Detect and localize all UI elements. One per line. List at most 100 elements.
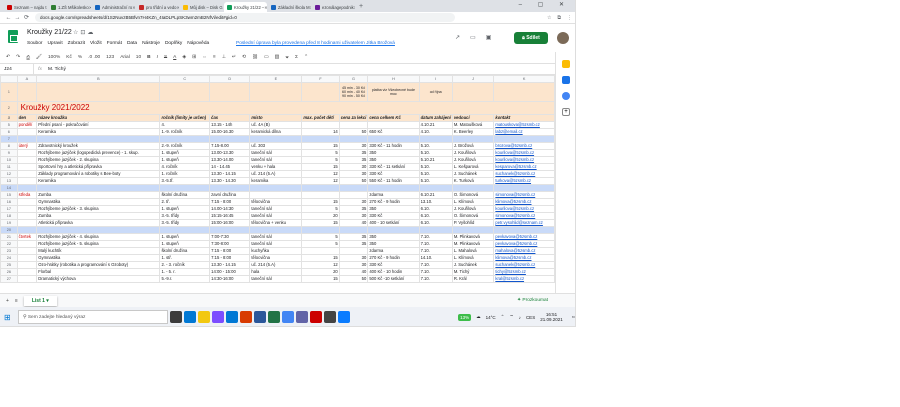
grid-cell[interactable]: kourilova@5zsmb.cz bbox=[493, 149, 555, 157]
row-header[interactable]: 10 bbox=[0, 156, 18, 164]
currency-button[interactable]: Kč bbox=[66, 55, 72, 60]
grid-cell[interactable] bbox=[16, 184, 38, 192]
grid-cell[interactable]: taneční sál bbox=[249, 212, 303, 220]
grid-cell[interactable]: 13.10. bbox=[418, 198, 453, 206]
present-icon[interactable]: ▣ bbox=[486, 35, 502, 41]
row-header[interactable]: 24 bbox=[0, 254, 18, 262]
row-header[interactable]: 11 bbox=[0, 163, 18, 171]
insert-comment-icon[interactable]: ▭ bbox=[264, 55, 269, 60]
grid-cell[interactable] bbox=[16, 177, 38, 185]
grid-cell[interactable] bbox=[209, 184, 251, 192]
powerpoint-icon[interactable] bbox=[240, 311, 252, 323]
grid-cell[interactable]: uč. 214 (5.A) bbox=[249, 170, 303, 178]
column-header[interactable]: E bbox=[249, 75, 303, 83]
grid-cell[interactable]: 5 bbox=[301, 240, 340, 248]
grid-cell[interactable]: 6.10. bbox=[418, 219, 453, 227]
grid-cell[interactable]: M. Plinkavová bbox=[451, 233, 495, 241]
taskbar-search-input[interactable]: ⚲ Sem zadejte hledaný výraz bbox=[18, 310, 168, 324]
network-icon[interactable]: ⌔ bbox=[509, 314, 513, 320]
grid-cell[interactable]: 6.10. bbox=[418, 205, 453, 213]
row-header[interactable]: 5 bbox=[0, 121, 18, 129]
activity-icon[interactable]: ↗ bbox=[455, 35, 470, 41]
align-icon[interactable]: ≡ bbox=[213, 55, 216, 60]
grid-cell[interactable] bbox=[301, 191, 340, 199]
grid-cell[interactable]: 1. stupeň bbox=[159, 205, 211, 213]
grid-cell[interactable]: 1. ročník bbox=[159, 170, 211, 178]
grid-cell[interactable]: 7:15 - 8:00 bbox=[209, 247, 251, 255]
grid-cell[interactable]: 30 bbox=[338, 142, 369, 150]
grid-cell[interactable]: 35 bbox=[338, 149, 369, 157]
grid-cell[interactable] bbox=[36, 226, 161, 234]
grid-cell[interactable]: 1. - 5. r. bbox=[159, 268, 211, 276]
row-header[interactable]: 9 bbox=[0, 149, 18, 157]
grid-cell[interactable]: platba viz Všeobecné bude moc bbox=[367, 82, 420, 102]
percent-button[interactable]: % bbox=[78, 55, 82, 60]
grid-cell[interactable]: L. Klímová bbox=[451, 198, 495, 206]
grid-cell[interactable] bbox=[493, 82, 555, 102]
grid-cell[interactable]: hala bbox=[249, 268, 303, 276]
grid-cell[interactable]: J. Brožová bbox=[451, 142, 495, 150]
explore-button[interactable]: ✦ Prozkoumat bbox=[517, 298, 548, 303]
grid-cell[interactable] bbox=[301, 226, 340, 234]
column-title[interactable]: kontakt bbox=[493, 114, 555, 122]
grid-cell[interactable] bbox=[493, 135, 555, 143]
grid-cell[interactable]: 5 bbox=[301, 205, 340, 213]
grid-cell[interactable]: Rozhýbeme jazýček - 3. skupina bbox=[36, 205, 161, 213]
filter-icon[interactable]: ⏷ bbox=[285, 55, 289, 61]
grid-cell[interactable]: simonova@5zsmb.cz bbox=[493, 212, 555, 220]
row-header[interactable]: 15 bbox=[0, 191, 18, 199]
windows-start-icon[interactable]: ⊞ bbox=[4, 313, 18, 322]
borders-icon[interactable]: ⊞ bbox=[192, 55, 196, 60]
grid-cell[interactable]: kral@5zsmb.cz bbox=[493, 275, 555, 283]
row-header[interactable]: 3 bbox=[0, 114, 18, 122]
formula-input[interactable]: M. Tichý bbox=[46, 67, 66, 72]
grid-cell[interactable]: 7.10. bbox=[418, 233, 453, 241]
link-icon[interactable]: ⛓︎ bbox=[252, 55, 258, 60]
grid-cell[interactable]: 45 min - 30 Kč 60 min - 40 Kč 90 min - 5… bbox=[338, 82, 369, 102]
spreadsheet-grid[interactable]: A B C D E F G H I J K 1 45 min - 30 Kč 60 min - 40 K… bbox=[0, 75, 555, 293]
grid-cell[interactable]: M. Plinkavová bbox=[451, 240, 495, 248]
grid-cell[interactable]: kourilova@5zsmb.cz bbox=[493, 205, 555, 213]
grid-cell[interactable]: 7.10. bbox=[418, 261, 453, 269]
zoom-select[interactable]: 100% bbox=[48, 55, 60, 60]
app-icon[interactable] bbox=[324, 311, 336, 323]
column-header[interactable]: A bbox=[16, 75, 38, 83]
browser-tab[interactable]: Seznam – najdu t✕ bbox=[4, 2, 47, 12]
teams-icon[interactable] bbox=[296, 311, 308, 323]
grid-cell[interactable] bbox=[209, 82, 251, 102]
grid-cell[interactable] bbox=[159, 226, 211, 234]
grid-cell[interactable]: 12 bbox=[301, 170, 340, 178]
grid-cell[interactable] bbox=[249, 184, 303, 192]
add-sheet-button[interactable]: + bbox=[6, 298, 9, 304]
grid-cell[interactable]: matouskova@5zsmb.cz bbox=[493, 121, 555, 129]
grid-cell[interactable] bbox=[159, 82, 211, 102]
grid-cell[interactable]: P. Vyšohlíd bbox=[451, 219, 495, 227]
grid-cell[interactable]: O. Šimonová bbox=[451, 212, 495, 220]
grid-cell[interactable]: 13.30 - 14.15 bbox=[209, 261, 251, 269]
grid-cell[interactable] bbox=[16, 82, 38, 102]
column-header[interactable]: B bbox=[36, 75, 161, 83]
grid-cell[interactable]: tělocvična bbox=[249, 254, 303, 262]
grid-cell[interactable] bbox=[16, 247, 38, 255]
grid-cell[interactable]: zdarma bbox=[367, 247, 420, 255]
grid-cell[interactable]: R. Král bbox=[451, 275, 495, 283]
grid-cell[interactable]: 40 bbox=[338, 268, 369, 276]
grid-cell[interactable]: kesparova@5zsmb.cz bbox=[493, 163, 555, 171]
file-explorer-icon[interactable] bbox=[198, 311, 210, 323]
grid-cell[interactable] bbox=[367, 135, 420, 143]
menu-item[interactable]: Nástroje bbox=[142, 41, 160, 46]
chrome-icon[interactable] bbox=[282, 311, 294, 323]
grid-cell[interactable]: 5.10. bbox=[418, 149, 453, 157]
grid-cell[interactable]: M. Matoušková bbox=[451, 121, 495, 129]
browser-tab[interactable]: pro třídní a vedo✕ bbox=[136, 2, 179, 12]
grid-cell[interactable]: uč. 214 (5.A) bbox=[249, 261, 303, 269]
grid-cell[interactable]: Rozhýbeme jazýček - 4. skupina bbox=[36, 233, 161, 241]
column-header[interactable]: H bbox=[367, 75, 420, 83]
all-sheets-button[interactable]: ≡ bbox=[15, 298, 18, 304]
row-header[interactable]: 23 bbox=[0, 247, 18, 255]
grid-cell[interactable]: 14 bbox=[301, 128, 340, 136]
browser-tab[interactable]: Můj disk – Disk G ✕ bbox=[180, 2, 223, 12]
grid-cell[interactable]: Zumba bbox=[36, 191, 161, 199]
grid-cell[interactable] bbox=[451, 184, 495, 192]
grid-cell[interactable]: 14 - 14.45 bbox=[209, 163, 251, 171]
